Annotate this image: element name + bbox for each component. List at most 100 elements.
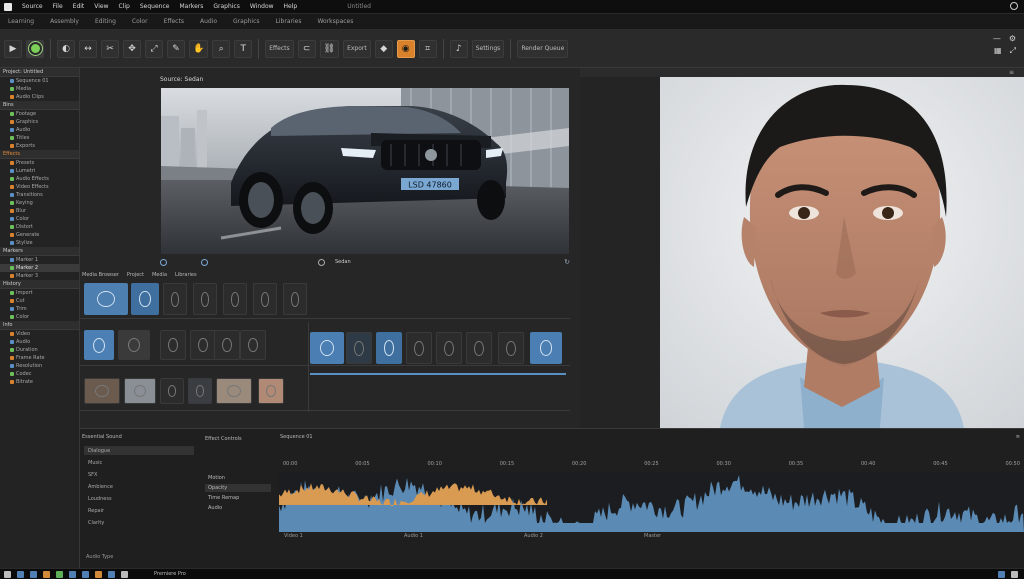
menu-item-view[interactable]: View bbox=[94, 3, 108, 10]
effect-control-row[interactable]: Audio bbox=[205, 504, 271, 512]
media-thumbnail[interactable] bbox=[84, 378, 120, 404]
essential-sound-row[interactable]: Repair bbox=[84, 506, 194, 515]
zoom-tool-button[interactable]: ⌕ bbox=[212, 39, 231, 58]
razor-tool-button[interactable]: ✂ bbox=[101, 39, 119, 58]
search-icon[interactable] bbox=[17, 570, 24, 578]
media-thumbnail[interactable] bbox=[436, 332, 462, 364]
snap-button[interactable]: ⊂ bbox=[297, 39, 316, 58]
media-thumbnail[interactable] bbox=[84, 283, 128, 315]
list-item[interactable]: Marker 2 bbox=[0, 264, 79, 272]
media-thumbnail[interactable] bbox=[160, 330, 186, 360]
list-item[interactable]: Transitions bbox=[0, 191, 79, 199]
panel-section-header[interactable]: Bins bbox=[0, 101, 79, 110]
slip-tool-button[interactable]: ⤢ bbox=[145, 39, 163, 58]
essential-sound-row[interactable]: Music bbox=[84, 458, 194, 467]
list-item[interactable]: Color bbox=[0, 215, 79, 223]
panel-section-header[interactable]: History bbox=[0, 280, 79, 289]
list-item[interactable]: Titles bbox=[0, 134, 79, 142]
track-label[interactable]: Master bbox=[644, 533, 661, 539]
list-item[interactable]: Marker 3 bbox=[0, 272, 79, 280]
essential-sound-row[interactable]: Loudness bbox=[84, 494, 194, 503]
media-thumbnail[interactable] bbox=[223, 283, 247, 315]
essential-sound-row[interactable]: Dialogue bbox=[84, 446, 194, 455]
list-item[interactable]: Audio bbox=[0, 338, 79, 346]
media-thumbnail[interactable] bbox=[310, 332, 344, 364]
media-icon[interactable] bbox=[56, 570, 63, 578]
type-tool-button[interactable]: T bbox=[234, 39, 253, 58]
media-thumbnail[interactable] bbox=[216, 378, 252, 404]
tab-libraries[interactable]: Libraries bbox=[276, 18, 302, 25]
media-thumbnail[interactable] bbox=[163, 283, 187, 315]
tab-audio[interactable]: Audio bbox=[200, 18, 217, 25]
list-item[interactable]: Generate bbox=[0, 231, 79, 239]
play-circle-icon[interactable] bbox=[160, 258, 167, 266]
media-thumbnail[interactable] bbox=[240, 330, 266, 360]
list-item[interactable]: Audio Clips bbox=[0, 93, 79, 101]
render-queue-button[interactable]: Render Queue bbox=[517, 39, 569, 58]
effect-control-row[interactable]: Opacity bbox=[205, 484, 271, 492]
media-thumbnail[interactable] bbox=[188, 378, 212, 404]
media-thumbnail[interactable] bbox=[214, 330, 240, 360]
list-item[interactable]: Distort bbox=[0, 223, 79, 231]
list-item[interactable]: Media bbox=[0, 85, 79, 93]
expand-icon[interactable]: ⤢ bbox=[1010, 46, 1016, 56]
marker-button[interactable]: ◆ bbox=[374, 39, 393, 58]
network-icon[interactable] bbox=[998, 570, 1005, 578]
list-item[interactable]: Stylize bbox=[0, 239, 79, 247]
lumetri-button[interactable]: ◉ bbox=[396, 39, 415, 58]
essential-sound-row[interactable]: SFX bbox=[84, 470, 194, 479]
terminal-icon[interactable] bbox=[121, 570, 128, 578]
menu-item-source[interactable]: Source bbox=[22, 3, 43, 10]
list-item[interactable]: Codec bbox=[0, 370, 79, 378]
media-thumbnail[interactable] bbox=[346, 332, 372, 364]
browser-icon[interactable] bbox=[43, 570, 50, 578]
list-item[interactable]: Video Effects bbox=[0, 183, 79, 191]
store-icon[interactable] bbox=[69, 570, 76, 578]
list-item[interactable]: Blur bbox=[0, 207, 79, 215]
media-thumbnail[interactable] bbox=[530, 332, 562, 364]
tab-assembly[interactable]: Assembly bbox=[50, 18, 79, 25]
list-item[interactable]: Import bbox=[0, 289, 79, 297]
clock-icon[interactable] bbox=[1011, 570, 1018, 578]
source-preview[interactable]: LSD 47860 bbox=[161, 88, 569, 254]
media-thumbnail[interactable] bbox=[193, 283, 217, 315]
list-item[interactable]: Exports bbox=[0, 142, 79, 150]
list-item[interactable]: Resolution bbox=[0, 362, 79, 370]
panel-section-header[interactable]: Info bbox=[0, 321, 79, 330]
menu-item-sequence[interactable]: Sequence bbox=[140, 3, 170, 10]
record-button[interactable] bbox=[26, 39, 44, 58]
settings-button[interactable]: Settings bbox=[471, 39, 505, 58]
essential-sound-row[interactable]: Clarity bbox=[84, 518, 194, 527]
media-thumbnail[interactable] bbox=[466, 332, 492, 364]
list-item[interactable]: Lumetri bbox=[0, 167, 79, 175]
gear-icon[interactable]: ⚙ bbox=[1009, 34, 1016, 43]
start-icon[interactable] bbox=[4, 570, 11, 578]
media-thumbnail[interactable] bbox=[118, 330, 150, 360]
menu-item-markers[interactable]: Markers bbox=[179, 3, 203, 10]
menu-item-file[interactable]: File bbox=[53, 3, 63, 10]
list-item[interactable]: Keying bbox=[0, 199, 79, 207]
refresh-icon[interactable]: ↻ bbox=[564, 258, 570, 266]
panel-section-header[interactable]: Effects bbox=[0, 150, 79, 159]
menu-item-edit[interactable]: Edit bbox=[73, 3, 85, 10]
record-tool-button[interactable]: ◐ bbox=[57, 39, 75, 58]
tab-project[interactable]: Project bbox=[127, 272, 144, 278]
export-button[interactable]: Export bbox=[343, 39, 371, 58]
panel-menu-icon[interactable]: ≡ bbox=[1009, 69, 1014, 76]
tab-workspaces[interactable]: Workspaces bbox=[317, 18, 353, 25]
list-item[interactable]: Marker 1 bbox=[0, 256, 79, 264]
list-item[interactable]: Audio bbox=[0, 126, 79, 134]
list-item[interactable]: Graphics bbox=[0, 118, 79, 126]
list-item[interactable]: Footage bbox=[0, 110, 79, 118]
media-thumbnail[interactable] bbox=[84, 330, 114, 360]
audio-waveform[interactable] bbox=[279, 472, 1024, 532]
pen-tool-button[interactable]: ✎ bbox=[167, 39, 185, 58]
track-label[interactable]: Video 1 bbox=[284, 533, 303, 539]
tab-learning[interactable]: Learning bbox=[8, 18, 34, 25]
list-item[interactable]: Video bbox=[0, 330, 79, 338]
list-item[interactable]: Trim bbox=[0, 305, 79, 313]
media-thumbnail[interactable] bbox=[376, 332, 402, 364]
media-thumbnail[interactable] bbox=[160, 378, 184, 404]
photos-icon[interactable] bbox=[95, 570, 102, 578]
tab-effects[interactable]: Effects bbox=[164, 18, 184, 25]
